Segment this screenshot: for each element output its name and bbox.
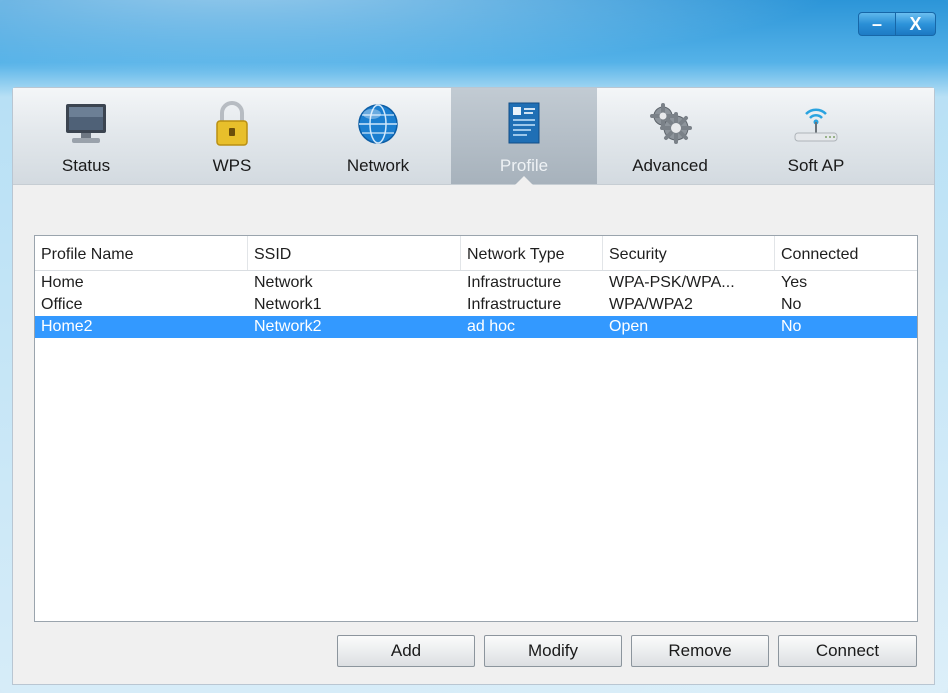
table-row[interactable]: Office Network1 Infrastructure WPA/WPA2 …	[35, 294, 917, 316]
add-button[interactable]: Add	[337, 635, 475, 667]
app-window: – X Status WPS Network Profile Advanced …	[0, 0, 948, 693]
column-header-security[interactable]: Security	[603, 236, 775, 270]
cell-ssid: Network1	[254, 296, 322, 313]
tab-network-label: Network	[346, 156, 410, 175]
active-tab-pointer	[515, 176, 533, 185]
main-panel: Status WPS Network Profile Advanced Soft…	[12, 87, 935, 685]
profile-list[interactable]: Profile Name SSID Network Type Security …	[34, 235, 918, 622]
connect-button[interactable]: Connect	[778, 635, 917, 667]
remove-button[interactable]: Remove	[631, 635, 769, 667]
table-header: Profile Name SSID Network Type Security …	[35, 236, 917, 271]
cell-ssid: Network2	[254, 318, 322, 335]
cell-network-type: Infrastructure	[467, 274, 562, 291]
tab-soft-ap[interactable]: Soft AP	[743, 88, 889, 184]
monitor-icon	[62, 100, 110, 148]
tab-wps[interactable]: WPS	[159, 88, 305, 184]
close-icon: X	[909, 13, 922, 34]
action-buttons: Add Modify Remove Connect	[337, 635, 917, 667]
cell-connected: Yes	[781, 274, 808, 291]
minimize-icon: –	[871, 13, 882, 34]
document-icon	[500, 100, 548, 148]
tab-advanced-label: Advanced	[632, 156, 708, 175]
cell-network-type: ad hoc	[467, 318, 516, 335]
tab-network[interactable]: Network	[305, 88, 451, 184]
cell-connected: No	[781, 318, 802, 335]
table-row-selected[interactable]: Home2 Network2 ad hoc Open No	[35, 316, 917, 338]
table-row[interactable]: Home Network Infrastructure WPA-PSK/WPA.…	[35, 272, 917, 294]
cell-connected: No	[781, 296, 802, 313]
column-header-ssid[interactable]: SSID	[248, 236, 461, 270]
tab-advanced[interactable]: Advanced	[597, 88, 743, 184]
tab-profile-label: Profile	[499, 156, 549, 175]
tab-status[interactable]: Status	[13, 88, 159, 184]
cell-profile-name: Office	[41, 296, 83, 313]
column-header-profile-name[interactable]: Profile Name	[35, 236, 248, 270]
modify-button[interactable]: Modify	[484, 635, 622, 667]
tab-status-label: Status	[61, 156, 111, 175]
cell-network-type: Infrastructure	[467, 296, 562, 313]
cell-profile-name: Home2	[41, 318, 93, 335]
cell-profile-name: Home	[41, 274, 84, 291]
tab-wps-label: WPS	[212, 156, 252, 175]
tab-soft-ap-label: Soft AP	[787, 156, 845, 175]
padlock-icon	[208, 100, 256, 148]
cell-ssid: Network	[254, 274, 313, 291]
title-bar	[0, 0, 948, 90]
gears-icon	[646, 100, 694, 148]
cell-security: Open	[609, 318, 649, 335]
column-header-connected[interactable]: Connected	[775, 236, 917, 270]
cell-security: WPA/WPA2	[609, 296, 693, 313]
close-button[interactable]: X	[896, 12, 936, 36]
column-header-network-type[interactable]: Network Type	[461, 236, 603, 270]
cell-security: WPA-PSK/WPA...	[609, 274, 735, 291]
globe-icon	[354, 100, 402, 148]
tab-profile[interactable]: Profile	[451, 88, 597, 185]
router-icon	[792, 100, 840, 148]
tab-bar: Status WPS Network Profile Advanced Soft…	[13, 88, 934, 185]
window-controls: – X	[858, 12, 936, 36]
minimize-button[interactable]: –	[858, 12, 896, 36]
